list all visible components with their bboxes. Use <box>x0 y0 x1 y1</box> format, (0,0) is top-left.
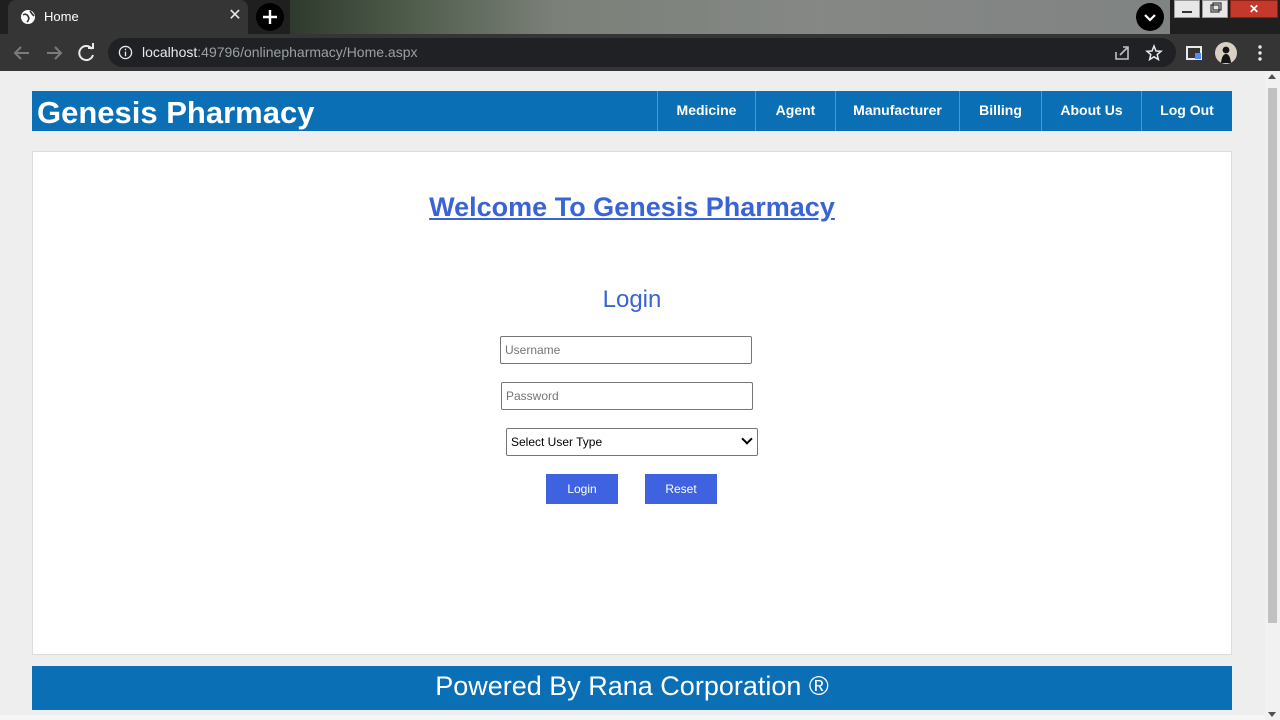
chevron-down-icon <box>741 433 753 445</box>
browser-tab-home[interactable]: Home ✕ <box>8 0 248 34</box>
minimize-button[interactable] <box>1174 0 1200 18</box>
minimize-icon <box>1182 11 1192 13</box>
site-footer: Powered By Rana Corporation ® <box>32 666 1232 710</box>
plus-icon <box>263 10 277 24</box>
reset-button[interactable]: Reset <box>645 474 717 504</box>
main-content: Welcome To Genesis Pharmacy Login Userna… <box>32 151 1232 655</box>
tab-close-icon[interactable]: ✕ <box>225 6 245 26</box>
login-heading: Login <box>602 286 662 313</box>
nav-log-out[interactable]: Log Out <box>1141 91 1232 131</box>
scroll-up-arrow-icon[interactable] <box>1268 74 1276 79</box>
info-icon[interactable] <box>118 45 133 60</box>
password-input[interactable]: Password <box>501 382 753 410</box>
browser-titlebar: Home ✕ ✕ <box>0 0 1280 34</box>
vertical-scrollbar[interactable] <box>1265 71 1280 720</box>
login-button[interactable]: Login <box>546 474 618 504</box>
forward-arrow-icon[interactable] <box>43 42 65 64</box>
user-type-select[interactable]: Select User Type <box>506 428 758 456</box>
side-panel-icon[interactable] <box>1184 43 1204 63</box>
restore-button[interactable] <box>1202 0 1228 18</box>
scrollbar-thumb[interactable] <box>1268 88 1277 623</box>
nav-agent[interactable]: Agent <box>755 91 835 131</box>
tab-strip-background <box>290 0 1170 34</box>
username-input[interactable]: Username <box>500 336 752 364</box>
scroll-down-arrow-icon[interactable] <box>1268 712 1276 717</box>
reload-icon[interactable] <box>75 42 97 64</box>
main-nav: Medicine Agent Manufacturer Billing Abou… <box>657 91 1232 131</box>
tab-search-button[interactable] <box>1136 3 1164 31</box>
globe-icon <box>21 10 35 24</box>
nav-billing[interactable]: Billing <box>959 91 1041 131</box>
nav-about-us[interactable]: About Us <box>1041 91 1141 131</box>
menu-kebab-icon[interactable] <box>1250 43 1270 63</box>
new-tab-button[interactable] <box>256 3 284 31</box>
url-text[interactable]: localhost:49796/onlinepharmacy/Home.aspx <box>142 44 418 60</box>
url-path: :49796/onlinepharmacy/Home.aspx <box>197 44 418 60</box>
star-icon[interactable] <box>1145 44 1163 62</box>
user-type-selected: Select User Type <box>511 435 603 449</box>
browser-toolbar: localhost:49796/onlinepharmacy/Home.aspx <box>0 34 1280 71</box>
nav-medicine[interactable]: Medicine <box>657 91 755 131</box>
chevron-down-icon <box>1144 14 1156 22</box>
close-window-button[interactable]: ✕ <box>1230 0 1278 18</box>
address-bar[interactable]: localhost:49796/onlinepharmacy/Home.aspx <box>108 38 1176 67</box>
share-icon[interactable] <box>1113 44 1131 62</box>
nav-manufacturer[interactable]: Manufacturer <box>835 91 959 131</box>
tab-title: Home <box>44 9 79 24</box>
profile-avatar-icon[interactable] <box>1214 41 1238 65</box>
url-host: localhost <box>142 44 198 60</box>
page-viewport: Genesis Pharmacy Medicine Agent Manufact… <box>0 71 1280 720</box>
back-arrow-icon[interactable] <box>11 42 33 64</box>
window-controls: ✕ <box>1174 0 1280 18</box>
welcome-heading: Welcome To Genesis Pharmacy <box>429 192 835 222</box>
brand-title: Genesis Pharmacy <box>37 95 315 130</box>
page-bottom-strip <box>0 715 1265 720</box>
site-header: Genesis Pharmacy Medicine Agent Manufact… <box>32 91 1232 131</box>
restore-icon <box>1210 2 1222 13</box>
